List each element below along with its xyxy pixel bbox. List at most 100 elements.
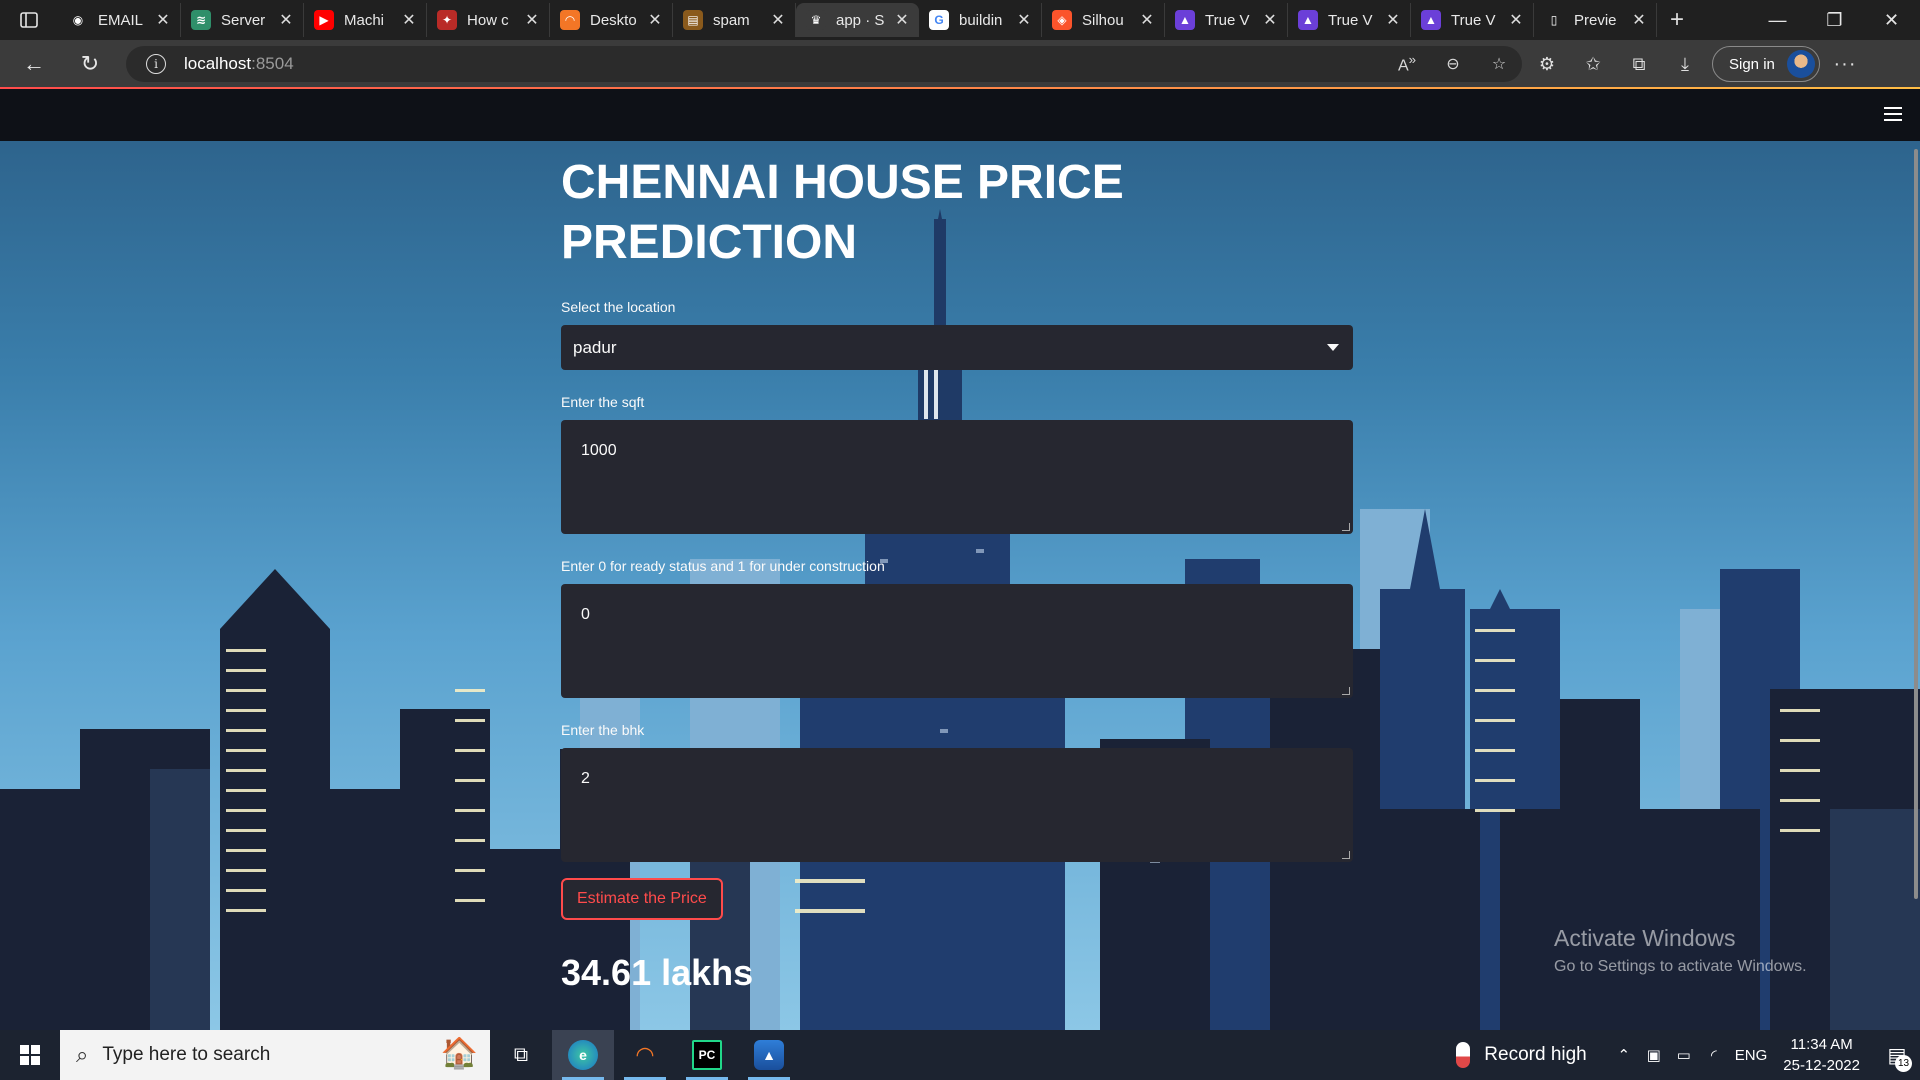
activate-windows-watermark: Activate Windows Go to Settings to activ… [1554,925,1807,976]
close-icon[interactable]: ✕ [523,10,541,30]
wifi-icon[interactable]: ◜ [1699,1046,1729,1064]
close-icon[interactable]: ✕ [646,10,664,30]
close-icon[interactable]: ✕ [154,10,172,30]
browser-tab[interactable]: ♛ app · S ✕ [796,3,919,37]
app-header [0,89,1920,141]
taskbar-search[interactable]: ⌕ Type here to search 🏠 [60,1030,490,1080]
downloads-icon[interactable]: ⤓ [1662,54,1708,75]
tab-actions-icon[interactable] [0,0,58,40]
browser-tab[interactable]: ▶ Machi ✕ [304,3,427,37]
back-button[interactable]: ← [10,44,58,84]
site-info-icon[interactable]: i [146,54,166,74]
window-controls: — ❐ ✕ [1749,0,1920,40]
close-icon[interactable]: ✕ [1138,10,1156,30]
more-menu-icon[interactable]: ··· [1820,53,1870,76]
device-icon[interactable]: ▣ [1639,1046,1669,1064]
close-icon[interactable]: ✕ [1015,10,1033,30]
windows-logo-icon [20,1045,40,1065]
search-placeholder: Type here to search [102,1044,271,1065]
location-select[interactable]: padur [561,325,1353,370]
edge-icon: e [568,1040,598,1070]
browser-tab[interactable]: Gbuildin ✕ [919,3,1042,37]
start-button[interactable] [0,1030,60,1080]
tab-label: Previe [1574,11,1617,29]
youtube-icon: ▶ [314,10,334,30]
notification-center-button[interactable]: ▤ 13 [1874,1030,1920,1080]
thermometer-icon [1456,1042,1471,1068]
estimate-price-button[interactable]: Estimate the Price [561,878,723,920]
location-label: Select the location [561,299,676,315]
brave-icon: ◈ [1052,10,1072,30]
pycharm-icon: PC [692,1040,722,1070]
sqft-value: 1000 [581,442,617,459]
taskbar-jupyter[interactable]: ◠ [614,1030,676,1080]
resize-handle-icon[interactable] [1342,687,1350,695]
browser-tab[interactable]: ▲ True V ✕ [1288,3,1411,37]
close-icon[interactable]: ✕ [400,10,418,30]
collections-icon[interactable]: ⧉ [1616,54,1662,75]
close-icon[interactable]: ✕ [893,10,911,30]
add-favorite-icon[interactable]: ☆ [1476,54,1522,74]
browser-tab[interactable]: ✦ How c ✕ [427,3,550,37]
location-select-value: padur [573,337,617,357]
page-scrollbar[interactable] [1912,141,1920,1030]
github-icon: ◉ [68,10,88,30]
extensions-icon[interactable]: ⚙ [1524,54,1570,75]
refresh-button[interactable]: ↻ [66,44,114,84]
truevector-icon: ▲ [1175,10,1195,30]
tab-label: True V [1328,11,1373,29]
browser-tab[interactable]: ◉ EMAIL ✕ [58,3,181,37]
browser-tab[interactable]: ◈ Silhou ✕ [1042,3,1165,37]
taskbar-pycharm[interactable]: PC [676,1030,738,1080]
status-value: 0 [581,606,590,623]
browser-tab-strip: ◉ EMAIL ✕ ≋ Server ✕ ▶ Machi ✕ ✦ How c ✕ ◠ Deskto ✕ ▤ sp… [0,0,1920,40]
tab-label: True V [1205,11,1250,29]
status-input[interactable]: 0 [561,584,1353,698]
browser-tab[interactable]: ▲ True V ✕ [1411,3,1534,37]
tab-label: EMAIL [98,11,144,29]
bhk-input[interactable]: 2 [561,748,1353,862]
bhk-label: Enter the bhk [561,722,645,738]
battery-icon[interactable]: ▭ [1669,1046,1699,1064]
language-indicator[interactable]: ENG [1735,1047,1768,1064]
resize-handle-icon[interactable] [1342,523,1350,531]
task-view-button[interactable]: ⧉ [490,1030,552,1080]
resize-handle-icon[interactable] [1342,851,1350,859]
browser-tab[interactable]: ▤ spam ✕ [673,3,796,37]
browser-tab[interactable]: ≋ Server ✕ [181,3,304,37]
sign-in-label: Sign in [1729,55,1775,73]
browser-tab[interactable]: ◠ Deskto ✕ [550,3,673,37]
browser-tab[interactable]: ▯ Previe ✕ [1534,3,1657,37]
weather-widget[interactable]: Record high [1456,1042,1587,1068]
close-icon[interactable]: ✕ [769,10,787,30]
close-icon[interactable]: ✕ [1261,10,1279,30]
new-tab-button[interactable]: + [1657,0,1697,40]
sqft-input[interactable]: 1000 [561,420,1353,534]
app-viewport: CHENNAI HOUSE PRICE PREDICTION Select th… [0,89,1920,1030]
taskbar-edge[interactable]: e [552,1030,614,1080]
windows-taskbar: ⌕ Type here to search 🏠 ⧉ e ◠ PC ▲ Recor… [0,1030,1920,1080]
main-menu-icon[interactable] [1884,107,1902,121]
close-icon[interactable]: ✕ [1630,10,1648,30]
sign-in-button[interactable]: Sign in [1712,46,1820,82]
close-icon[interactable]: ✕ [1507,10,1525,30]
quora-icon: ✦ [437,10,457,30]
favorites-icon[interactable]: ✩ [1570,54,1616,75]
close-icon[interactable]: ✕ [1384,10,1402,30]
browser-tab[interactable]: ▲ True V ✕ [1165,3,1288,37]
zoom-out-icon[interactable]: ⊖ [1430,54,1476,74]
clock[interactable]: 11:34 AM 25-12-2022 [1783,1034,1860,1076]
weather-text: Record high [1484,1044,1587,1065]
close-window-button[interactable]: ✕ [1863,0,1920,40]
read-aloud-icon[interactable]: A» [1384,52,1430,75]
address-bar[interactable]: i localhost:8504 A» ⊖ ☆ [126,46,1522,82]
restore-button[interactable]: ❐ [1806,0,1863,40]
close-icon[interactable]: ✕ [277,10,295,30]
tab-label: Deskto [590,11,637,29]
taskbar-photos[interactable]: ▲ [738,1030,800,1080]
chevron-up-icon[interactable]: ⌃ [1609,1046,1639,1064]
status-label: Enter 0 for ready status and 1 for under… [561,558,885,574]
minimize-button[interactable]: — [1749,0,1806,40]
prediction-result: 34.61 lakhs [561,952,754,993]
pinned-apps: ⧉ e ◠ PC ▲ [490,1030,800,1080]
